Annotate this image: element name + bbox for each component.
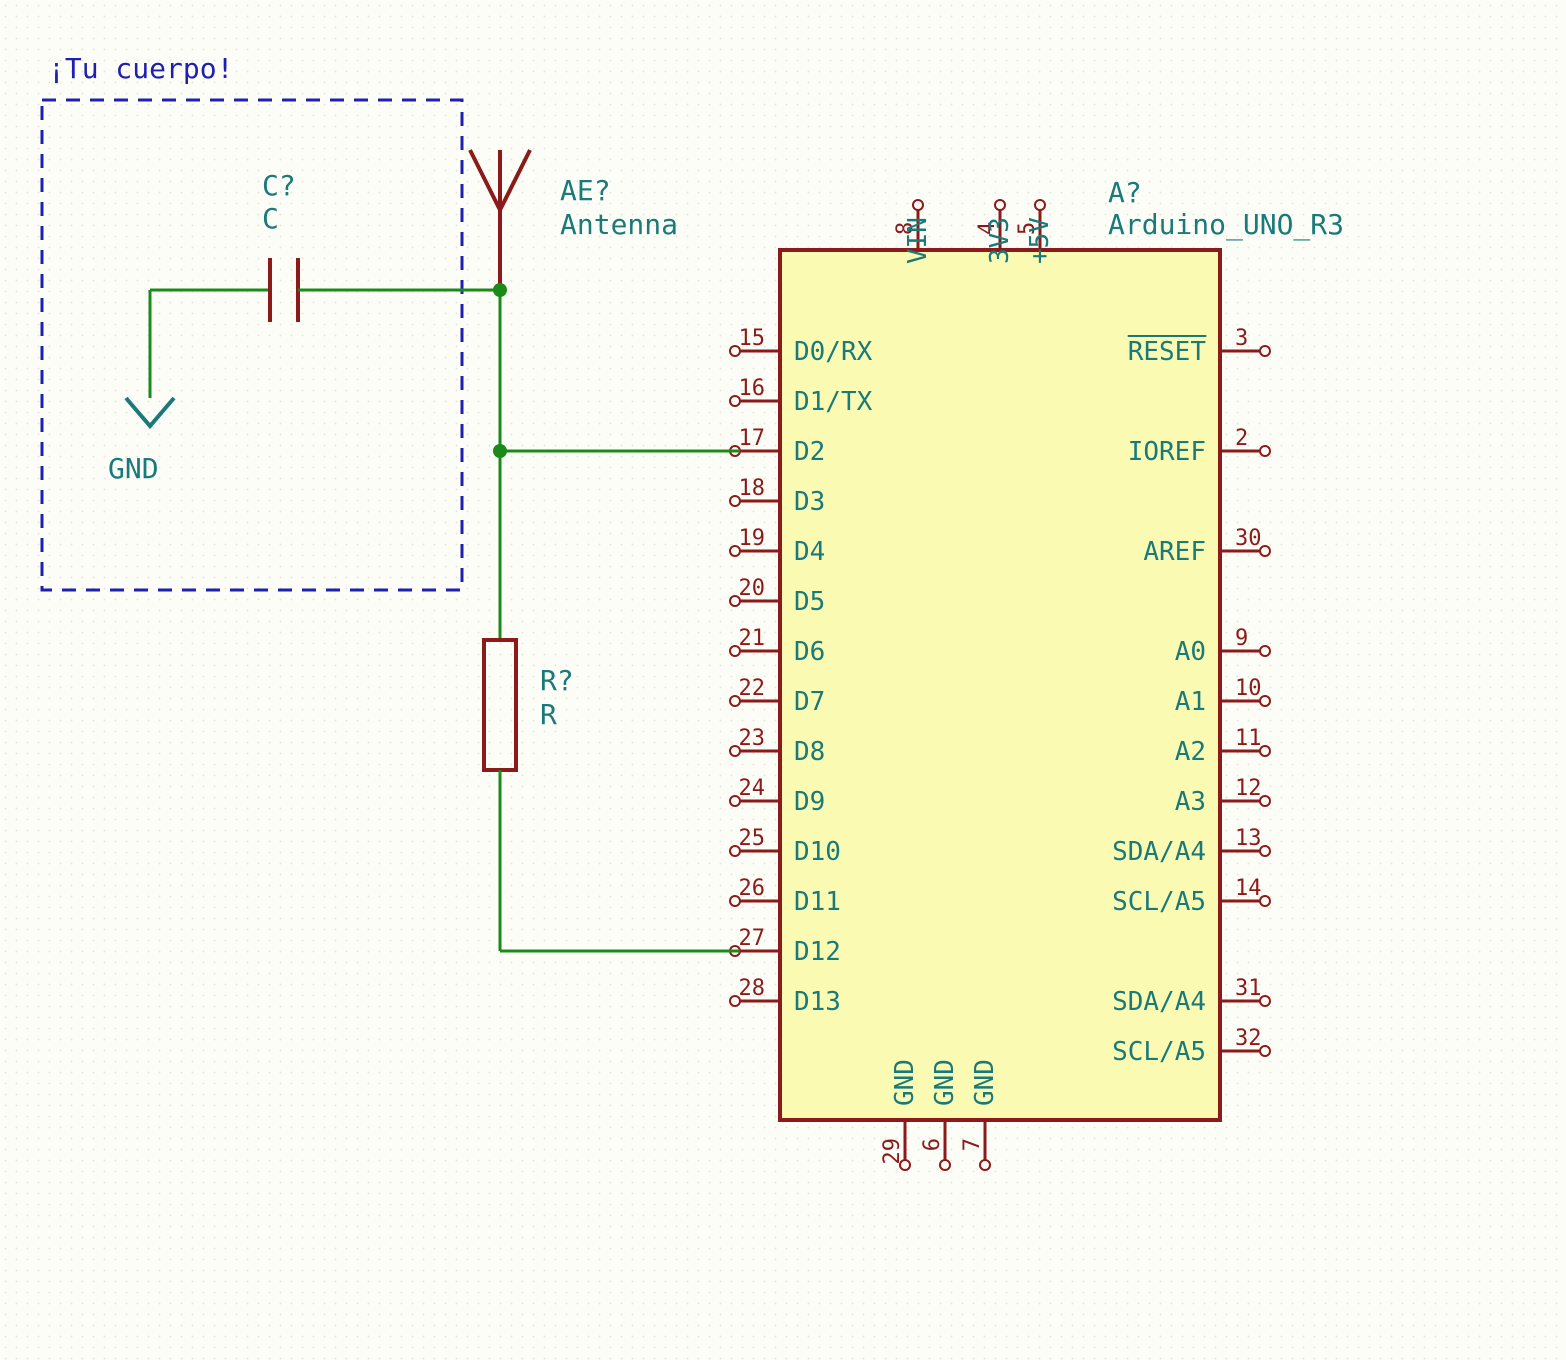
pin-name: D11: [794, 887, 841, 917]
pin-name: RESET: [1128, 337, 1207, 367]
pin-name: A0: [1175, 637, 1206, 667]
pin-name: D13: [794, 987, 841, 1017]
pin-name: SDA/A4: [1112, 837, 1206, 867]
pin-name: D8: [794, 737, 825, 767]
pin-name: SCL/A5: [1112, 887, 1206, 917]
pin-name: D10: [794, 837, 841, 867]
pin-name: GND: [970, 1059, 1000, 1106]
chip-ref: A?: [1108, 176, 1142, 209]
pin-num: 2: [1235, 426, 1248, 451]
pin-num: 19: [739, 526, 766, 551]
pin-name: VIN: [903, 217, 933, 264]
pin-num: 7: [960, 1138, 985, 1151]
res-val: R: [540, 698, 557, 731]
pin-name: A2: [1175, 737, 1206, 767]
pin-name: GND: [890, 1059, 920, 1106]
pin-num: 11: [1235, 726, 1262, 751]
pin-num: 17: [739, 426, 766, 451]
pin-name: SCL/A5: [1112, 1037, 1206, 1067]
resistor: R? R: [484, 451, 574, 951]
schematic-diagram: ¡Tu cuerpo! A? Arduino_UNO_R3 8VIN43V35+…: [0, 0, 1566, 1360]
pin-name: D2: [794, 437, 825, 467]
pin-name: D3: [794, 487, 825, 517]
pin-name: D1/TX: [794, 387, 873, 417]
ant-ref: AE?: [560, 174, 611, 207]
pin-num: 27: [739, 926, 766, 951]
pin-num: 21: [739, 626, 766, 651]
pin-name: A1: [1175, 687, 1206, 717]
pin-num: 9: [1235, 626, 1248, 651]
gnd-symbol: GND: [108, 290, 174, 485]
pin-name: D0/RX: [794, 337, 873, 367]
gnd-label: GND: [108, 452, 159, 485]
capacitor: C? C: [150, 169, 500, 322]
antenna: AE? Antenna: [470, 150, 678, 290]
pin-num: 3: [1235, 326, 1248, 351]
arduino-chip: A? Arduino_UNO_R3 8VIN43V35+5V 15D0/RX16…: [730, 176, 1344, 1170]
chip-val: Arduino_UNO_R3: [1108, 208, 1344, 242]
pin-num: 20: [739, 576, 766, 601]
ant-val: Antenna: [560, 208, 678, 241]
pin-name: 3V3: [985, 217, 1015, 264]
pin-num: 25: [739, 826, 766, 851]
pin-num: 29: [880, 1138, 905, 1165]
pin-num: 16: [739, 376, 766, 401]
pin-num: 32: [1235, 1026, 1262, 1051]
pin-num: 24: [739, 776, 766, 801]
pin-num: 12: [1235, 776, 1262, 801]
pin-num: 30: [1235, 526, 1262, 551]
cap-val: C: [262, 202, 279, 235]
pin-num: 14: [1235, 876, 1262, 901]
pin-num: 23: [739, 726, 766, 751]
pin-num: 10: [1235, 676, 1262, 701]
body-box: [42, 100, 462, 590]
pin-num: 13: [1235, 826, 1262, 851]
pin-name: IOREF: [1128, 437, 1206, 467]
pin-name: D7: [794, 687, 825, 717]
pin-name: D9: [794, 787, 825, 817]
pin-num: 31: [1235, 976, 1262, 1001]
pin-name: SDA/A4: [1112, 987, 1206, 1017]
pin-name: D6: [794, 637, 825, 667]
pin-name: D5: [794, 587, 825, 617]
body-box-title: ¡Tu cuerpo!: [48, 52, 233, 85]
pin-num: 22: [739, 676, 766, 701]
cap-ref: C?: [262, 169, 296, 202]
res-ref: R?: [540, 664, 574, 697]
pin-num: 26: [739, 876, 766, 901]
pin-num: 18: [739, 476, 766, 501]
pin-num: 15: [739, 326, 766, 351]
pin-name: D12: [794, 937, 841, 967]
pin-name: GND: [930, 1059, 960, 1106]
pin-num: 28: [739, 976, 766, 1001]
pin-num: 6: [920, 1138, 945, 1151]
pin-name: D4: [794, 537, 825, 567]
pin-name: A3: [1175, 787, 1206, 817]
pin-name: +5V: [1025, 217, 1055, 264]
pin-name: AREF: [1143, 537, 1206, 567]
